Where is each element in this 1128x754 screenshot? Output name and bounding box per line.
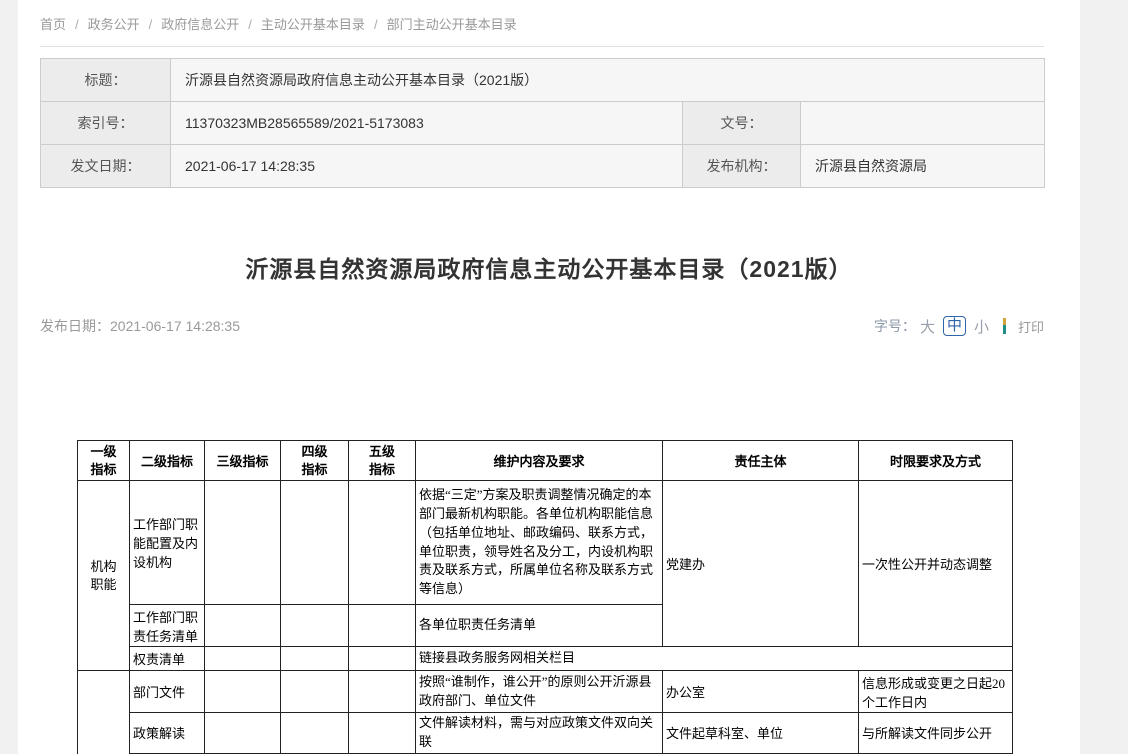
breadcrumb-separator: / [75,17,79,32]
cell-owner: 党建办 [663,481,859,647]
cell-level5-empty [349,481,416,605]
cell-level4-empty [281,713,349,754]
breadcrumb-divider [40,46,1044,47]
cell-level4-empty [281,605,349,647]
table-row: 权责清单 链接县政务服务网相关栏目 [78,647,1013,671]
cell-content: 按照“谁制作，谁公开”的原则公开沂源县政府部门、单位文件 [416,671,663,713]
font-size-medium-button[interactable]: 中 [943,316,966,336]
breadcrumb-separator: / [374,17,378,32]
meta-agency-label: 发布机构： [683,145,801,188]
cell-owner: 文件起草科室、单位 [663,713,859,754]
page-title: 沂源县自然资源局政府信息主动公开基本目录（2021版） [18,250,1080,284]
breadcrumb-item-zwgk[interactable]: 政务公开 [88,17,140,32]
breadcrumb-item-zfxxgk[interactable]: 政府信息公开 [161,17,239,32]
header-level4: 四级指标 [281,441,349,481]
cell-level1-empty [78,671,130,754]
header-level3: 三级指标 [205,441,281,481]
article-meta-row: 发布日期：2021-06-17 14:28:35 字号： 大 中 小 打印 [40,313,1044,339]
header-level1: 一级指标 [78,441,130,481]
meta-agency-value: 沂源县自然资源局 [801,145,1045,188]
print-button[interactable]: 打印 [1018,317,1044,336]
publish-date: 发布日期：2021-06-17 14:28:35 [40,316,240,336]
meta-row-index: 索引号： 11370323MB28565589/2021-5173083 文号： [41,102,1045,145]
meta-index-value: 11370323MB28565589/2021-5173083 [171,102,683,145]
meta-row-title: 标题： 沂源县自然资源局政府信息主动公开基本目录（2021版） [41,59,1045,102]
meta-title-value: 沂源县自然资源局政府信息主动公开基本目录（2021版） [171,59,1045,102]
meta-index-label: 索引号： [41,102,171,145]
font-size-label: 字号： [874,316,916,336]
cell-level3-empty [205,605,281,647]
cell-level4-empty [281,481,349,605]
font-size-small-button[interactable]: 小 [974,316,989,337]
cell-content: 链接县政务服务网相关栏目 [416,647,1013,671]
meta-row-date: 发文日期： 2021-06-17 14:28:35 发布机构： 沂源县自然资源局 [41,145,1045,188]
cell-deadline: 信息形成或变更之日起20个工作日内 [859,671,1013,713]
cell-content: 依据“三定”方案及职责调整情况确定的本部门最新机构职能。各单位机构职能信息（包括… [416,481,663,605]
header-level5: 五级指标 [349,441,416,481]
cell-level2: 工作部门职责任务清单 [130,605,205,647]
cell-level5-empty [349,671,416,713]
tools-divider [1003,318,1006,334]
catalogue-table: 一级指标 二级指标 三级指标 四级指标 五级指标 维护内容及要求 责任主体 时限… [77,440,1013,754]
cell-level2: 权责清单 [130,647,205,671]
header-level5-label: 五级指标 [368,443,396,478]
cell-content: 各单位职责任务清单 [416,605,663,647]
breadcrumb-item-bmzdgkml[interactable]: 部门主动公开基本目录 [387,17,517,32]
cell-deadline: 一次性公开并动态调整 [859,481,1013,647]
breadcrumb-item-home[interactable]: 首页 [40,17,66,32]
header-level1-label: 一级指标 [90,443,118,478]
breadcrumb-separator: / [248,17,252,32]
publish-date-label: 发布日期： [40,318,110,334]
cell-level4-empty [281,647,349,671]
header-deadline: 时限要求及方式 [859,441,1013,481]
cell-level5-empty [349,605,416,647]
cell-level5-empty [349,647,416,671]
breadcrumb: 首页 / 政务公开 / 政府信息公开 / 主动公开基本目录 / 部门主动公开基本目录 [40,14,517,33]
cell-level1-jgzn-label: 机构职能 [90,558,118,593]
header-owner: 责任主体 [663,441,859,481]
table-row: 部门文件 按照“谁制作，谁公开”的原则公开沂源县政府部门、单位文件 办公室 信息… [78,671,1013,713]
cell-level2: 工作部门职能配置及内设机构 [130,481,205,605]
header-level4-label: 四级指标 [301,443,329,478]
meta-title-label: 标题： [41,59,171,102]
header-level2: 二级指标 [130,441,205,481]
table-row: 政策解读 文件解读材料，需与对应政策文件双向关联 文件起草科室、单位 与所解读文… [78,713,1013,754]
cell-level2: 部门文件 [130,671,205,713]
meta-date-label: 发文日期： [41,145,171,188]
cell-owner: 办公室 [663,671,859,713]
cell-level3-empty [205,713,281,754]
cell-deadline: 与所解读文件同步公开 [859,713,1013,754]
cell-level3-empty [205,647,281,671]
breadcrumb-separator: / [149,17,153,32]
cell-level2: 政策解读 [130,713,205,754]
cell-level3-empty [205,481,281,605]
meta-date-value: 2021-06-17 14:28:35 [171,145,683,188]
breadcrumb-item-zdgkml[interactable]: 主动公开基本目录 [261,17,365,32]
font-size-large-button[interactable]: 大 [920,316,935,337]
cell-level4-empty [281,671,349,713]
cell-level5-empty [349,713,416,754]
page-canvas: 首页 / 政务公开 / 政府信息公开 / 主动公开基本目录 / 部门主动公开基本目录 标题： 沂… [0,0,1128,754]
cell-content: 文件解读材料，需与对应政策文件双向关联 [416,713,663,754]
publish-date-value: 2021-06-17 14:28:35 [110,318,240,334]
document-meta-table: 标题： 沂源县自然资源局政府信息主动公开基本目录（2021版） 索引号： 113… [40,58,1045,188]
table-header-row: 一级指标 二级指标 三级指标 四级指标 五级指标 维护内容及要求 责任主体 时限… [78,441,1013,481]
cell-level1-jgzn: 机构职能 [78,481,130,671]
table-row: 机构职能 工作部门职能配置及内设机构 依据“三定”方案及职责调整情况确定的本部门… [78,481,1013,605]
article-tools: 字号： 大 中 小 打印 [874,316,1044,337]
cell-level3-empty [205,671,281,713]
meta-docnum-value [801,102,1045,145]
header-content: 维护内容及要求 [416,441,663,481]
meta-docnum-label: 文号： [683,102,801,145]
